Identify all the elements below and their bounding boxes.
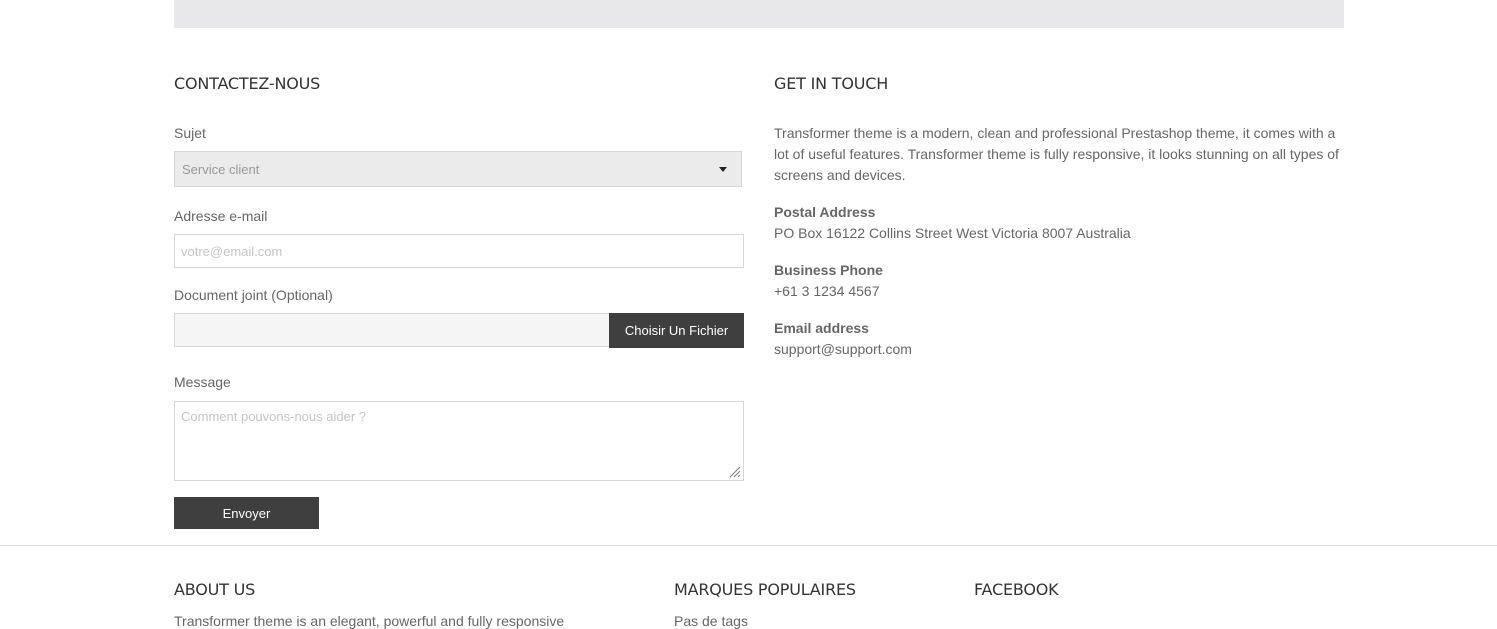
postal-address-heading: Postal Address — [774, 204, 876, 220]
choose-file-button[interactable]: Choisir Un Fichier — [609, 313, 744, 348]
footer-divider — [0, 545, 1497, 546]
get-in-touch-intro: Transformer theme is a modern, clean and… — [774, 125, 1339, 183]
email-address-value: support@support.com — [774, 341, 912, 357]
resize-grip-icon[interactable] — [729, 466, 741, 478]
email-address-heading: Email address — [774, 320, 869, 336]
footer-about-title: ABOUT US — [174, 580, 256, 599]
email-field[interactable] — [174, 234, 744, 268]
get-in-touch-title: GET IN TOUCH — [774, 74, 889, 93]
attachment-filename-field[interactable] — [174, 313, 610, 347]
footer-brands-title: MARQUES POPULAIRES — [674, 580, 856, 599]
contact-form-title: CONTACTEZ-NOUS — [174, 74, 321, 93]
email-label: Adresse e-mail — [174, 208, 268, 224]
message-label: Message — [174, 374, 231, 390]
attachment-label: Document joint (Optional) — [174, 287, 333, 303]
top-banner-strip — [174, 0, 1344, 28]
business-phone-heading: Business Phone — [774, 262, 883, 278]
subject-label: Sujet — [174, 125, 206, 141]
subject-selected-value: Service client — [182, 162, 260, 177]
postal-address-value: PO Box 16122 Collins Street West Victori… — [774, 225, 1131, 241]
footer-brands-text[interactable]: Pas de tags — [674, 613, 748, 629]
message-textarea[interactable] — [174, 401, 744, 481]
business-phone-value: +61 3 1234 4567 — [774, 283, 880, 299]
subject-select[interactable]: Service client — [174, 151, 742, 187]
footer-facebook-title: FACEBOOK — [974, 580, 1059, 599]
submit-button[interactable]: Envoyer — [174, 497, 319, 529]
footer-about-text: Transformer theme is an elegant, powerfu… — [174, 613, 565, 629]
caret-down-icon — [719, 167, 727, 172]
